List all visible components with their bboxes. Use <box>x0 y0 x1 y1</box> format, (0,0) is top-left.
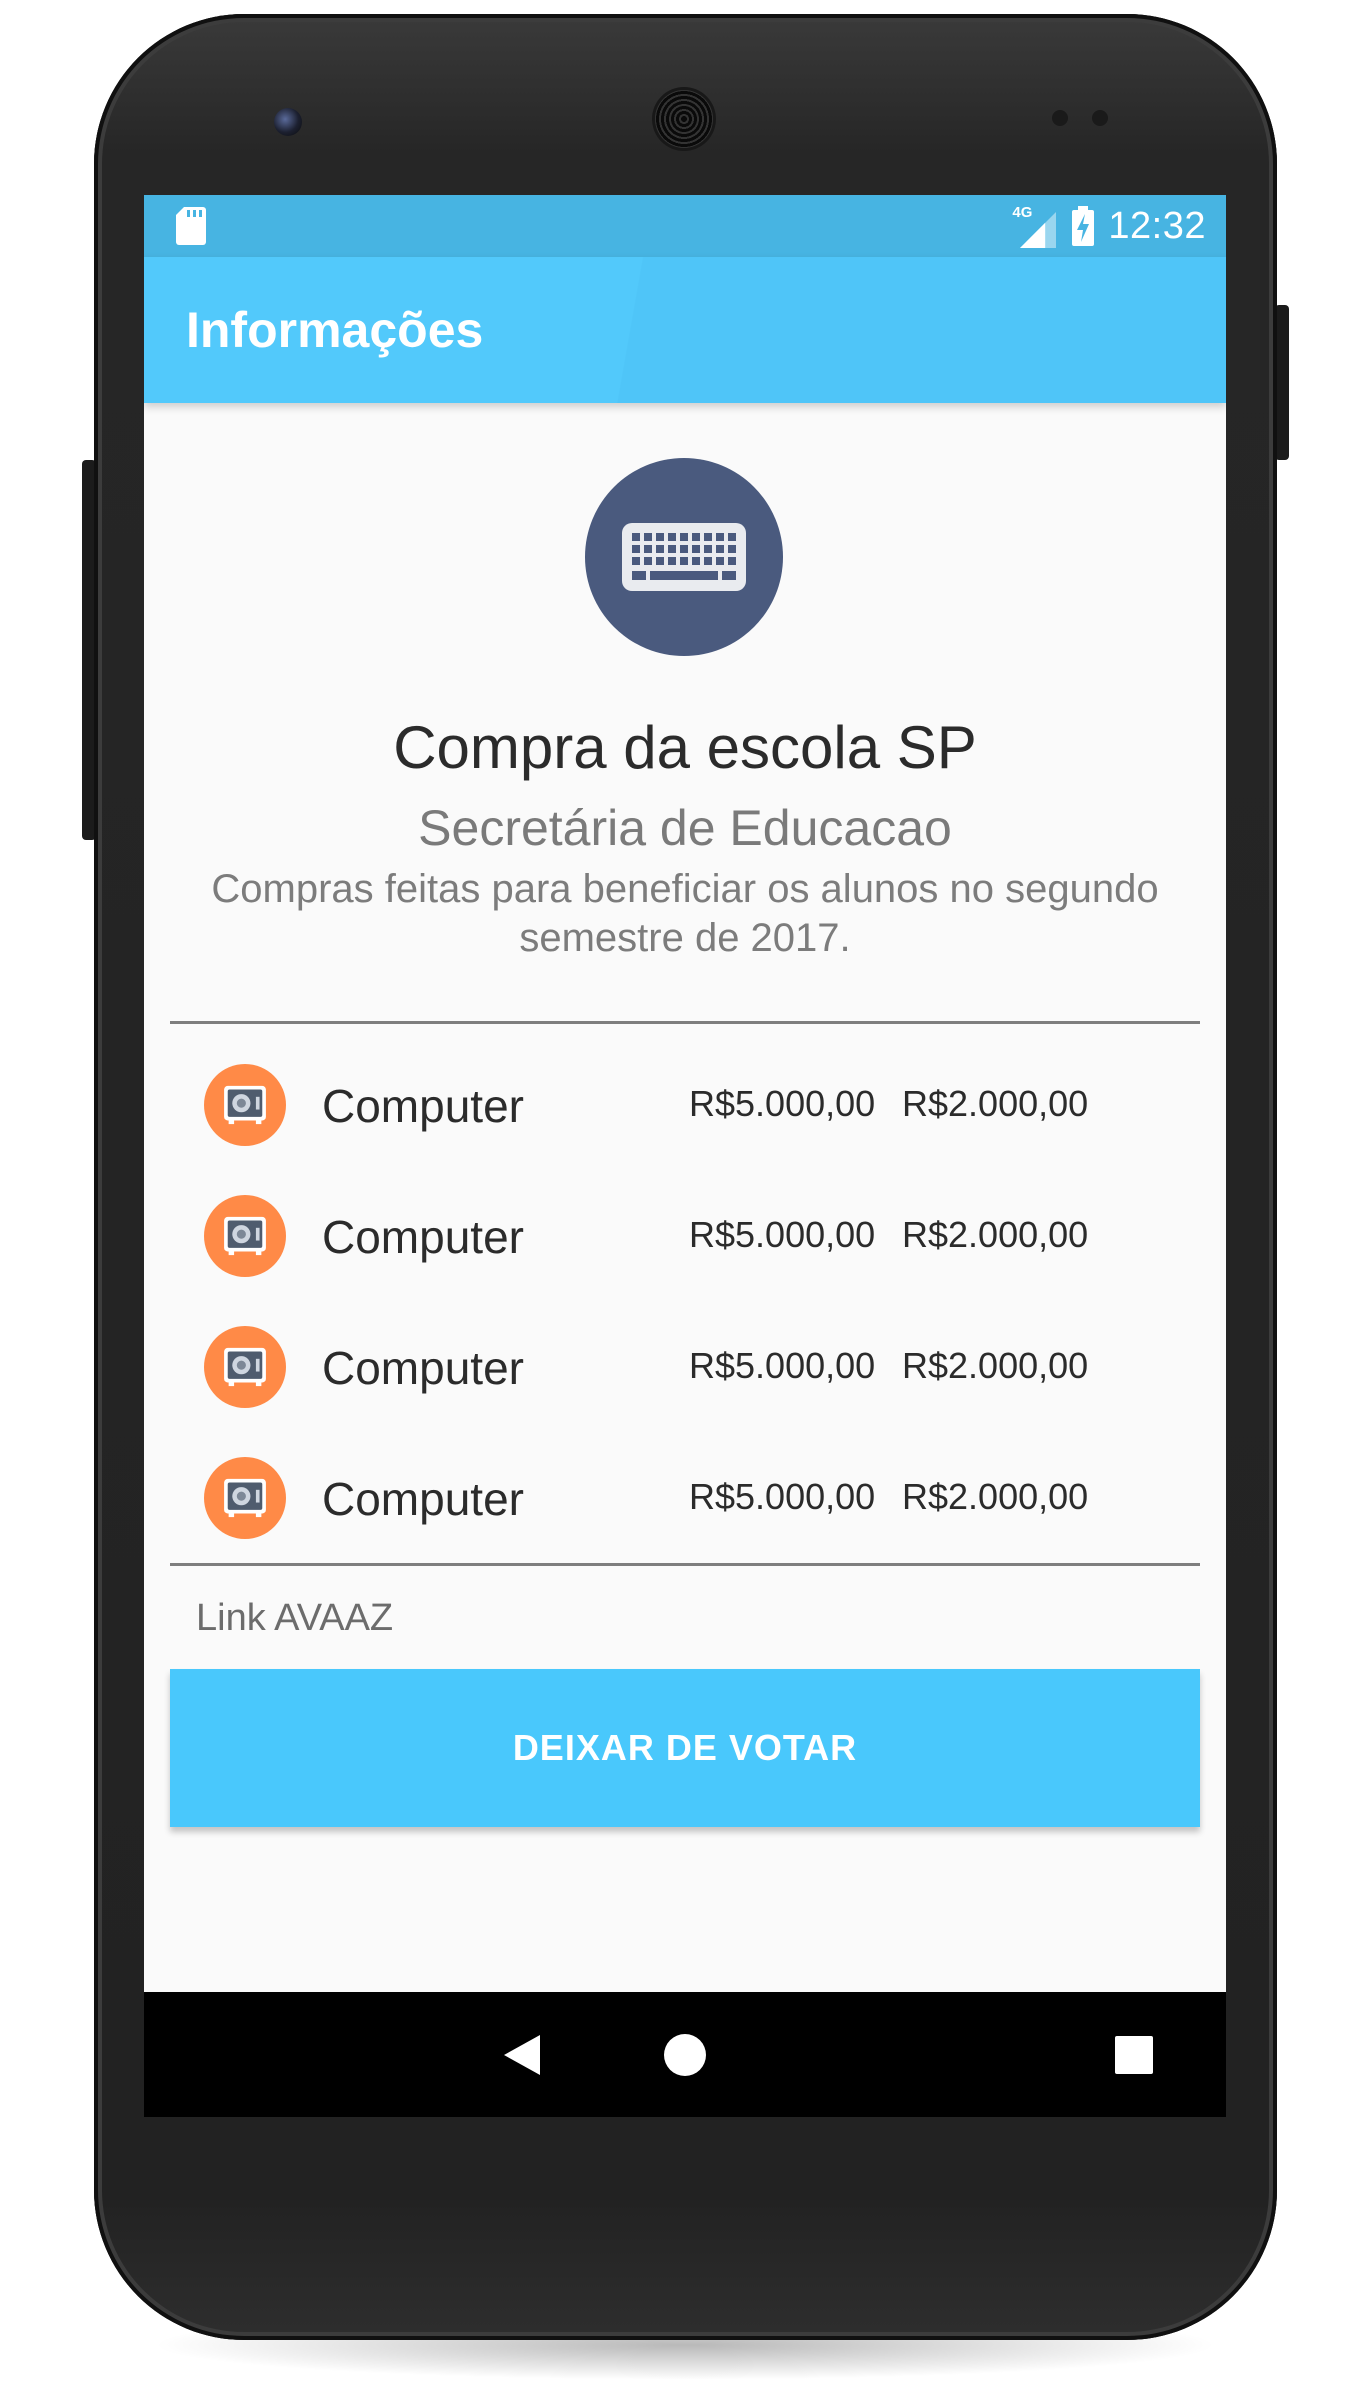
avaaz-link[interactable]: Link AVAAZ <box>196 1597 393 1640</box>
divider-top <box>170 1021 1200 1024</box>
item-name: Computer <box>322 1342 524 1394</box>
nav-recents-button[interactable] <box>1064 1992 1204 2117</box>
item-icon-badge <box>204 1326 286 1408</box>
status-clock: 12:32 <box>1108 204 1206 247</box>
purchase-subtitle: Secretária de Educacao <box>418 800 952 856</box>
app-bar-title: Informações <box>186 302 484 358</box>
purchase-description: Compras feitas para beneficiar os alunos… <box>211 867 1159 960</box>
status-right-group: 4G 12:32 <box>1012 195 1206 257</box>
earpiece-speaker <box>655 90 713 148</box>
item-price-secondary: R$2.000,00 <box>902 1214 1089 1255</box>
item-price-secondary: R$2.000,00 <box>902 1476 1089 1517</box>
list-item[interactable]: Computer R$5.000,00 R$2.000,00 <box>144 1170 1226 1301</box>
sd-card-icon <box>176 207 206 245</box>
home-circle-icon <box>664 2033 706 2076</box>
item-icon-badge <box>204 1195 286 1277</box>
light-sensor <box>1092 110 1108 126</box>
item-icon-badge <box>204 1064 286 1146</box>
list-item[interactable]: Computer R$5.000,00 R$2.000,00 <box>144 1432 1226 1563</box>
safe-icon <box>224 1478 266 1518</box>
item-name: Computer <box>322 1080 524 1132</box>
item-name: Computer <box>322 1211 524 1263</box>
item-price-primary: R$5.000,00 <box>689 1476 876 1517</box>
item-icon-badge <box>204 1457 286 1539</box>
proximity-sensor <box>1052 110 1068 126</box>
device-power-button <box>1275 305 1289 460</box>
list-item[interactable]: Computer R$5.000,00 R$2.000,00 <box>144 1301 1226 1432</box>
recents-square-icon <box>1115 2035 1153 2074</box>
phone-screen: 4G 12:32 Informações Compra da escola SP… <box>144 195 1226 2117</box>
stop-voting-button[interactable]: DEIXAR DE VOTAR <box>170 1669 1200 1827</box>
list-item[interactable]: Computer R$5.000,00 R$2.000,00 <box>144 1039 1226 1170</box>
item-name: Computer <box>322 1473 524 1525</box>
item-price-secondary: R$2.000,00 <box>902 1083 1089 1124</box>
signal-group: 4G <box>1012 204 1058 248</box>
cell-signal-icon <box>1020 212 1057 248</box>
safe-icon <box>224 1085 266 1125</box>
item-price-primary: R$5.000,00 <box>689 1214 876 1255</box>
back-triangle-icon <box>504 2034 540 2075</box>
item-price-primary: R$5.000,00 <box>689 1345 876 1386</box>
header-logo <box>585 458 783 656</box>
item-price-secondary: R$2.000,00 <box>902 1345 1089 1386</box>
status-bar: 4G 12:32 <box>144 195 1226 257</box>
divider-bottom <box>170 1563 1200 1566</box>
nav-home-button[interactable] <box>615 1992 755 2117</box>
battery-charging-icon <box>1072 206 1095 246</box>
item-price-primary: R$5.000,00 <box>689 1083 876 1124</box>
app-bar: Informações <box>144 257 1226 403</box>
navigation-bar <box>144 1992 1226 2117</box>
keyboard-icon <box>622 523 746 591</box>
safe-icon <box>224 1347 266 1387</box>
purchase-title: Compra da escola SP <box>393 714 977 781</box>
safe-icon <box>224 1216 266 1256</box>
nav-back-button[interactable] <box>452 1992 592 2117</box>
front-camera <box>274 108 302 136</box>
